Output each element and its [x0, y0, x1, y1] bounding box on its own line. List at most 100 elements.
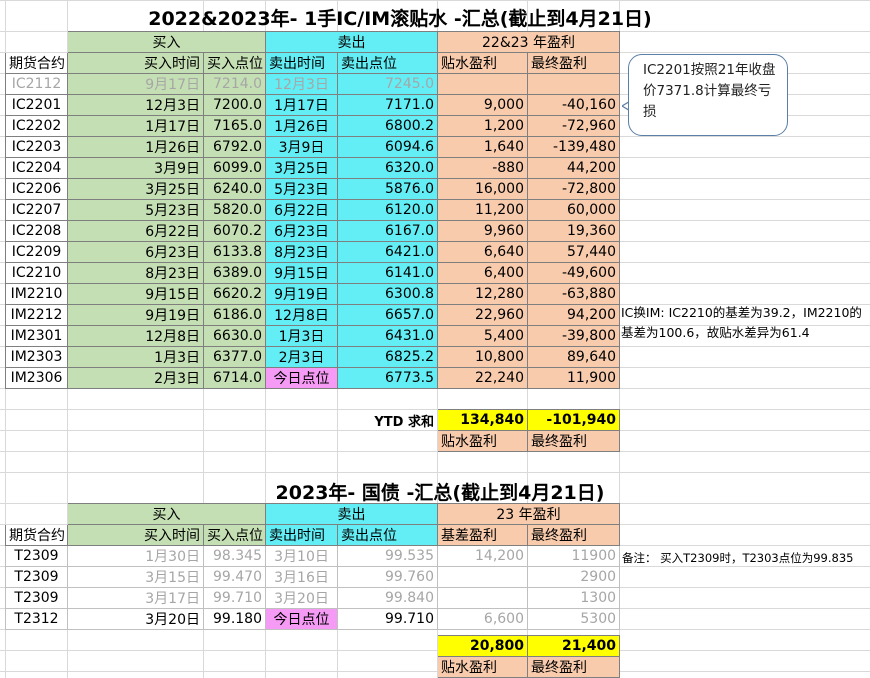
buy-price-cell[interactable]: 99.710	[203, 587, 266, 609]
final-profit-cell[interactable]: -72,800	[527, 178, 620, 200]
sell-time-cell[interactable]: 9月19日	[265, 283, 338, 305]
buy-time-cell[interactable]: 3月15日	[67, 566, 204, 588]
buy-price-cell[interactable]: 6377.0	[203, 346, 266, 368]
buy-price-cell[interactable]: 6070.2	[203, 220, 266, 242]
contract-cell[interactable]: T2309	[5, 587, 68, 609]
discount-profit-cell[interactable]: 9,000	[437, 94, 528, 116]
bond-col-header-contract[interactable]: 期货合约	[5, 524, 68, 546]
sell-time-cell[interactable]: 12月8日	[265, 304, 338, 326]
buy-time-cell[interactable]: 1月17日	[67, 115, 204, 137]
col-header-sell-price[interactable]: 卖出点位	[337, 52, 438, 74]
buy-price-cell[interactable]: 99.180	[203, 608, 266, 630]
buy-time-cell[interactable]: 6月23日	[67, 241, 204, 263]
sell-price-cell[interactable]: 6167.0	[337, 220, 438, 242]
sell-time-cell[interactable]: 1月26日	[265, 115, 338, 137]
bond-col-header-sell-time[interactable]: 卖出时间	[265, 524, 338, 546]
buy-time-cell[interactable]: 3月20日	[67, 608, 204, 630]
contract-cell[interactable]: IC2210	[5, 262, 68, 284]
sell-price-cell[interactable]: 6300.8	[337, 283, 438, 305]
buy-time-cell[interactable]: 12月8日	[67, 325, 204, 347]
sell-time-cell[interactable]: 8月23日	[265, 241, 338, 263]
sell-price-cell[interactable]: 6657.0	[337, 304, 438, 326]
sell-price-cell[interactable]: 6773.5	[337, 367, 438, 389]
final-profit-cell[interactable]: 44,200	[527, 157, 620, 179]
sell-time-cell[interactable]: 9月15日	[265, 262, 338, 284]
buy-price-cell[interactable]: 6099.0	[203, 157, 266, 179]
buy-time-cell[interactable]: 9月15日	[67, 283, 204, 305]
discount-profit-cell[interactable]: 6,400	[437, 262, 528, 284]
final-profit-cell[interactable]: 11900	[526, 545, 621, 567]
buy-time-cell[interactable]: 3月17日	[67, 587, 204, 609]
discount-profit-cell[interactable]: 9,960	[437, 220, 528, 242]
final-profit-cell[interactable]: 1300	[526, 587, 621, 609]
buy-time-cell[interactable]: 3月25日	[67, 178, 204, 200]
buy-time-cell[interactable]: 12月3日	[67, 94, 204, 116]
sell-time-cell[interactable]: 1月3日	[265, 325, 338, 347]
buy-price-cell[interactable]: 99.470	[203, 566, 266, 588]
buy-time-cell[interactable]: 1月3日	[67, 346, 204, 368]
bond-col-header-basis-profit[interactable]: 基差盈利	[437, 524, 528, 546]
buy-price-cell[interactable]: 6630.0	[203, 325, 266, 347]
discount-profit-cell[interactable]: 22,960	[437, 304, 528, 326]
final-profit-cell[interactable]	[527, 73, 620, 95]
sell-time-cell[interactable]: 6月22日	[265, 199, 338, 221]
final-profit-cell[interactable]: 19,360	[527, 220, 620, 242]
discount-profit-cell[interactable]: -880	[437, 157, 528, 179]
discount-profit-cell[interactable]: 5,400	[437, 325, 528, 347]
discount-profit-cell[interactable]: 16,000	[437, 178, 528, 200]
buy-price-cell[interactable]: 6792.0	[203, 136, 266, 158]
sell-time-cell[interactable]: 2月3日	[265, 346, 338, 368]
ic-to-im-note[interactable]: IC换IM: IC2210的基差为39.2，IM2210的基差为100.6，故贴…	[621, 303, 869, 343]
discount-profit-cell[interactable]: 1,640	[437, 136, 528, 158]
sell-time-cell[interactable]: 12月3日	[265, 73, 338, 95]
buy-price-cell[interactable]: 98.345	[203, 545, 266, 567]
buy-time-cell[interactable]: 2月3日	[67, 367, 204, 389]
final-profit-cell[interactable]: -40,160	[527, 94, 620, 116]
discount-profit-cell[interactable]: 11,200	[437, 199, 528, 221]
sell-price-cell[interactable]: 7245.0	[337, 73, 438, 95]
ytd-final-profit[interactable]: -101,940	[527, 409, 620, 431]
final-profit-cell[interactable]: -72,960	[527, 115, 620, 137]
buy-time-cell[interactable]: 8月23日	[67, 262, 204, 284]
buy-price-cell[interactable]: 7165.0	[203, 115, 266, 137]
final-profit-cell[interactable]: 11,900	[527, 367, 620, 389]
final-profit-cell[interactable]: -49,600	[527, 262, 620, 284]
bond-col-header-final-profit[interactable]: 最终盈利	[526, 524, 621, 546]
ic2201-comment-bubble[interactable]: IC2201按照21年收盘价7371.8计算最终亏损	[628, 54, 788, 136]
contract-cell[interactable]: IC2208	[5, 220, 68, 242]
sell-price-cell[interactable]: 6431.0	[337, 325, 438, 347]
buy-price-cell[interactable]: 6186.0	[203, 304, 266, 326]
sell-price-cell[interactable]: 6120.0	[337, 199, 438, 221]
final-profit-cell[interactable]: 60,000	[527, 199, 620, 221]
sell-price-cell[interactable]: 5876.0	[337, 178, 438, 200]
contract-cell[interactable]: IC2203	[5, 136, 68, 158]
final-profit-cell[interactable]: -39,800	[527, 325, 620, 347]
contract-cell[interactable]: IC2206	[5, 178, 68, 200]
bond-remark-note[interactable]: 备注： 买入T2309时，T2303点位为99.835	[622, 548, 870, 568]
contract-cell[interactable]: T2312	[5, 608, 68, 630]
contract-cell[interactable]: IC2209	[5, 241, 68, 263]
bond-buy-group-header[interactable]: 买入	[67, 503, 266, 525]
contract-cell[interactable]: IC2204	[5, 157, 68, 179]
sell-time-cell[interactable]: 3月25日	[265, 157, 338, 179]
col-header-buy-price[interactable]: 买入点位	[203, 52, 266, 74]
bond-footer-label-discount[interactable]: 贴水盈利	[437, 656, 528, 678]
buy-time-cell[interactable]: 1月30日	[67, 545, 204, 567]
sell-time-cell[interactable]: 3月9日	[265, 136, 338, 158]
sell-price-cell[interactable]: 99.535	[337, 545, 438, 567]
bond-col-header-buy-time[interactable]: 买入时间	[67, 524, 204, 546]
sell-price-cell[interactable]: 99.710	[337, 608, 438, 630]
profit-group-header[interactable]: 22&23 年盈利	[437, 31, 620, 53]
buy-time-cell[interactable]: 9月19日	[67, 304, 204, 326]
discount-profit-cell[interactable]: 6,640	[437, 241, 528, 263]
discount-profit-cell[interactable]	[437, 73, 528, 95]
sell-time-cell[interactable]: 今日点位	[265, 608, 338, 630]
sell-time-cell[interactable]: 1月17日	[265, 94, 338, 116]
buy-time-cell[interactable]: 6月22日	[67, 220, 204, 242]
col-header-buy-time[interactable]: 买入时间	[67, 52, 204, 74]
bond-sum-final-profit[interactable]: 21,400	[527, 635, 620, 657]
final-profit-cell[interactable]: 57,440	[527, 241, 620, 263]
buy-price-cell[interactable]: 6389.0	[203, 262, 266, 284]
sell-price-cell[interactable]: 6800.2	[337, 115, 438, 137]
footer-label-final[interactable]: 最终盈利	[527, 430, 620, 452]
